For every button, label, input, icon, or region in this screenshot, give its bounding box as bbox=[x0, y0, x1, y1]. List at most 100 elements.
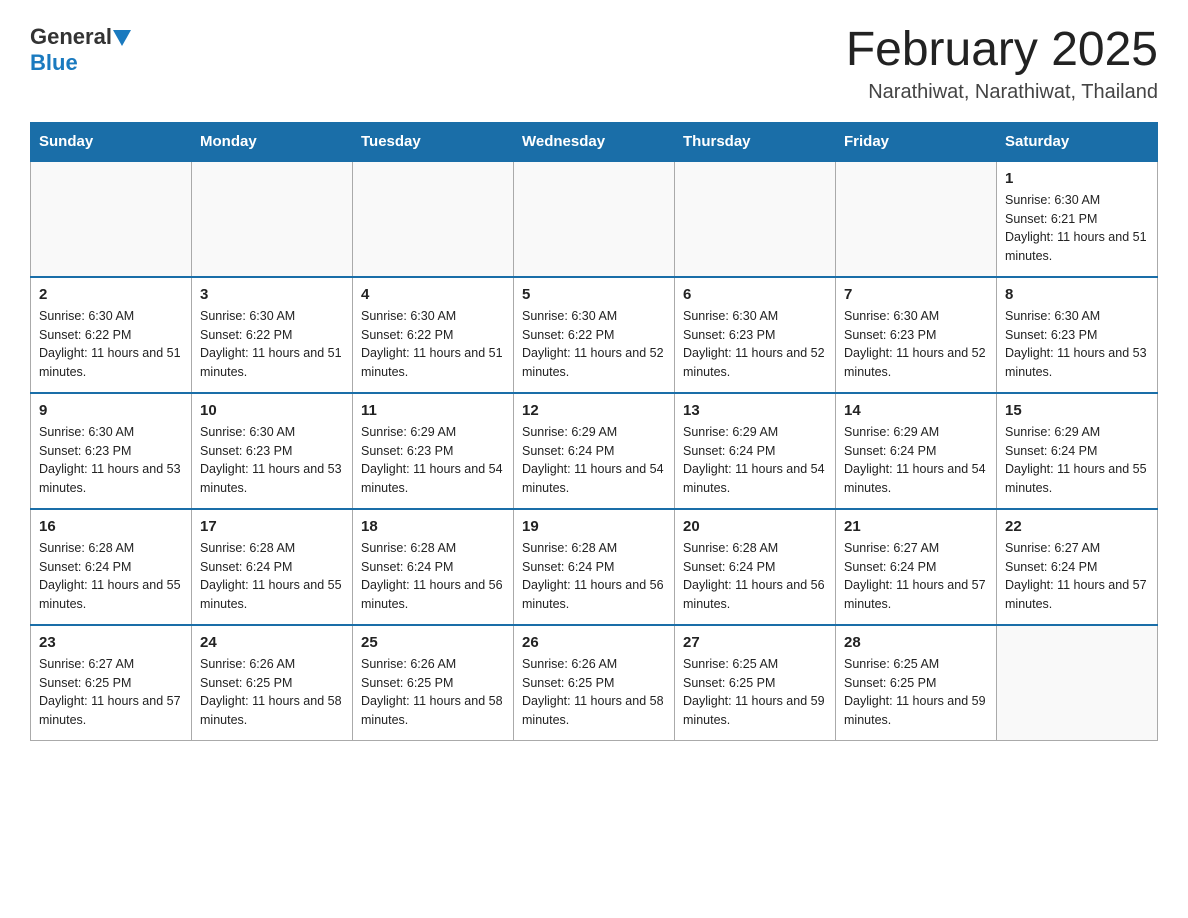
weekday-header-friday: Friday bbox=[836, 122, 997, 161]
day-info: Sunrise: 6:30 AMSunset: 6:22 PMDaylight:… bbox=[39, 307, 183, 382]
location-title: Narathiwat, Narathiwat, Thailand bbox=[846, 81, 1158, 104]
day-cell: 28 Sunrise: 6:25 AMSunset: 6:25 PMDayligh… bbox=[836, 625, 997, 741]
day-cell: 16 Sunrise: 6:28 AMSunset: 6:24 PMDayligh… bbox=[31, 509, 192, 625]
day-cell bbox=[997, 625, 1158, 741]
week-row-1: 1Sunrise: 6:30 AMSunset: 6:21 PMDaylight… bbox=[31, 161, 1158, 277]
day-number: 12 bbox=[522, 402, 666, 419]
day-info: Sunrise: 6:26 AMSunset: 6:25 PMDaylight:… bbox=[361, 655, 505, 730]
weekday-header-sunday: Sunday bbox=[31, 122, 192, 161]
day-info: Sunrise: 6:29 AMSunset: 6:24 PMDaylight:… bbox=[844, 423, 988, 498]
day-cell: 8 Sunrise: 6:30 AMSunset: 6:23 PMDaylight… bbox=[997, 277, 1158, 393]
day-info: Sunrise: 6:25 AMSunset: 6:25 PMDaylight:… bbox=[844, 655, 988, 730]
day-info: Sunrise: 6:30 AMSunset: 6:23 PMDaylight:… bbox=[1005, 307, 1149, 382]
day-cell: 9 Sunrise: 6:30 AMSunset: 6:23 PMDaylight… bbox=[31, 393, 192, 509]
day-info: Sunrise: 6:26 AMSunset: 6:25 PMDaylight:… bbox=[522, 655, 666, 730]
day-cell: 5Sunrise: 6:30 AMSunset: 6:22 PMDaylight… bbox=[514, 277, 675, 393]
day-info: Sunrise: 6:30 AMSunset: 6:23 PMDaylight:… bbox=[39, 423, 183, 498]
logo-blue-text: Blue bbox=[30, 50, 78, 75]
day-cell: 12 Sunrise: 6:29 AMSunset: 6:24 PMDayligh… bbox=[514, 393, 675, 509]
logo: General Blue bbox=[30, 24, 131, 76]
logo-general-text: General bbox=[30, 24, 112, 50]
day-cell: 18 Sunrise: 6:28 AMSunset: 6:24 PMDayligh… bbox=[353, 509, 514, 625]
day-number: 8 bbox=[1005, 286, 1149, 303]
day-cell: 19 Sunrise: 6:28 AMSunset: 6:24 PMDayligh… bbox=[514, 509, 675, 625]
day-cell: 2 Sunrise: 6:30 AMSunset: 6:22 PMDaylight… bbox=[31, 277, 192, 393]
day-number: 4 bbox=[361, 286, 505, 303]
day-number: 14 bbox=[844, 402, 988, 419]
weekday-header-wednesday: Wednesday bbox=[514, 122, 675, 161]
day-info: Sunrise: 6:28 AMSunset: 6:24 PMDaylight:… bbox=[39, 539, 183, 614]
day-number: 2 bbox=[39, 286, 183, 303]
month-title: February 2025 bbox=[846, 24, 1158, 77]
day-info: Sunrise: 6:27 AMSunset: 6:25 PMDaylight:… bbox=[39, 655, 183, 730]
day-cell: 11 Sunrise: 6:29 AMSunset: 6:23 PMDayligh… bbox=[353, 393, 514, 509]
day-number: 13 bbox=[683, 402, 827, 419]
day-info: Sunrise: 6:27 AMSunset: 6:24 PMDaylight:… bbox=[1005, 539, 1149, 614]
day-info: Sunrise: 6:25 AMSunset: 6:25 PMDaylight:… bbox=[683, 655, 827, 730]
day-cell: 1Sunrise: 6:30 AMSunset: 6:21 PMDaylight… bbox=[997, 161, 1158, 277]
day-number: 11 bbox=[361, 402, 505, 419]
day-number: 6 bbox=[683, 286, 827, 303]
day-number: 15 bbox=[1005, 402, 1149, 419]
day-number: 25 bbox=[361, 634, 505, 651]
week-row-4: 16 Sunrise: 6:28 AMSunset: 6:24 PMDayligh… bbox=[31, 509, 1158, 625]
day-number: 21 bbox=[844, 518, 988, 535]
weekday-header-saturday: Saturday bbox=[997, 122, 1158, 161]
day-info: Sunrise: 6:28 AMSunset: 6:24 PMDaylight:… bbox=[522, 539, 666, 614]
day-number: 19 bbox=[522, 518, 666, 535]
day-number: 28 bbox=[844, 634, 988, 651]
day-cell bbox=[675, 161, 836, 277]
day-number: 10 bbox=[200, 402, 344, 419]
weekday-header-tuesday: Tuesday bbox=[353, 122, 514, 161]
day-cell: 7 Sunrise: 6:30 AMSunset: 6:23 PMDaylight… bbox=[836, 277, 997, 393]
day-number: 16 bbox=[39, 518, 183, 535]
day-info: Sunrise: 6:26 AMSunset: 6:25 PMDaylight:… bbox=[200, 655, 344, 730]
day-number: 9 bbox=[39, 402, 183, 419]
day-info: Sunrise: 6:29 AMSunset: 6:24 PMDaylight:… bbox=[683, 423, 827, 498]
day-number: 7 bbox=[844, 286, 988, 303]
day-cell bbox=[192, 161, 353, 277]
day-info: Sunrise: 6:29 AMSunset: 6:23 PMDaylight:… bbox=[361, 423, 505, 498]
day-info: Sunrise: 6:29 AMSunset: 6:24 PMDaylight:… bbox=[1005, 423, 1149, 498]
day-number: 23 bbox=[39, 634, 183, 651]
day-number: 27 bbox=[683, 634, 827, 651]
weekday-header-row: SundayMondayTuesdayWednesdayThursdayFrid… bbox=[31, 122, 1158, 161]
day-number: 24 bbox=[200, 634, 344, 651]
day-info: Sunrise: 6:30 AMSunset: 6:21 PMDaylight:… bbox=[1005, 191, 1149, 266]
day-cell: 14 Sunrise: 6:29 AMSunset: 6:24 PMDayligh… bbox=[836, 393, 997, 509]
page-header: General Blue February 2025 Narathiwat, N… bbox=[30, 24, 1158, 104]
week-row-2: 2 Sunrise: 6:30 AMSunset: 6:22 PMDaylight… bbox=[31, 277, 1158, 393]
day-cell bbox=[836, 161, 997, 277]
title-area: February 2025 Narathiwat, Narathiwat, Th… bbox=[846, 24, 1158, 104]
day-info: Sunrise: 6:30 AMSunset: 6:23 PMDaylight:… bbox=[683, 307, 827, 382]
day-info: Sunrise: 6:30 AMSunset: 6:23 PMDaylight:… bbox=[200, 423, 344, 498]
day-cell bbox=[31, 161, 192, 277]
day-info: Sunrise: 6:30 AMSunset: 6:23 PMDaylight:… bbox=[844, 307, 988, 382]
day-cell: 13 Sunrise: 6:29 AMSunset: 6:24 PMDayligh… bbox=[675, 393, 836, 509]
calendar-table: SundayMondayTuesdayWednesdayThursdayFrid… bbox=[30, 122, 1158, 741]
day-info: Sunrise: 6:28 AMSunset: 6:24 PMDaylight:… bbox=[361, 539, 505, 614]
day-info: Sunrise: 6:29 AMSunset: 6:24 PMDaylight:… bbox=[522, 423, 666, 498]
day-cell: 17Sunrise: 6:28 AMSunset: 6:24 PMDayligh… bbox=[192, 509, 353, 625]
day-info: Sunrise: 6:30 AMSunset: 6:22 PMDaylight:… bbox=[361, 307, 505, 382]
day-cell bbox=[353, 161, 514, 277]
day-number: 22 bbox=[1005, 518, 1149, 535]
day-info: Sunrise: 6:28 AMSunset: 6:24 PMDaylight:… bbox=[200, 539, 344, 614]
day-cell: 23 Sunrise: 6:27 AMSunset: 6:25 PMDayligh… bbox=[31, 625, 192, 741]
day-cell: 21 Sunrise: 6:27 AMSunset: 6:24 PMDayligh… bbox=[836, 509, 997, 625]
day-number: 26 bbox=[522, 634, 666, 651]
day-number: 5 bbox=[522, 286, 666, 303]
day-number: 18 bbox=[361, 518, 505, 535]
day-number: 20 bbox=[683, 518, 827, 535]
day-cell: 6 Sunrise: 6:30 AMSunset: 6:23 PMDaylight… bbox=[675, 277, 836, 393]
day-cell: 22 Sunrise: 6:27 AMSunset: 6:24 PMDayligh… bbox=[997, 509, 1158, 625]
logo-triangle-icon bbox=[113, 30, 131, 46]
weekday-header-monday: Monday bbox=[192, 122, 353, 161]
weekday-header-thursday: Thursday bbox=[675, 122, 836, 161]
day-cell: 24 Sunrise: 6:26 AMSunset: 6:25 PMDayligh… bbox=[192, 625, 353, 741]
week-row-3: 9 Sunrise: 6:30 AMSunset: 6:23 PMDaylight… bbox=[31, 393, 1158, 509]
day-cell: 10 Sunrise: 6:30 AMSunset: 6:23 PMDayligh… bbox=[192, 393, 353, 509]
day-info: Sunrise: 6:27 AMSunset: 6:24 PMDaylight:… bbox=[844, 539, 988, 614]
day-cell: 4 Sunrise: 6:30 AMSunset: 6:22 PMDaylight… bbox=[353, 277, 514, 393]
day-cell: 3Sunrise: 6:30 AMSunset: 6:22 PMDaylight… bbox=[192, 277, 353, 393]
